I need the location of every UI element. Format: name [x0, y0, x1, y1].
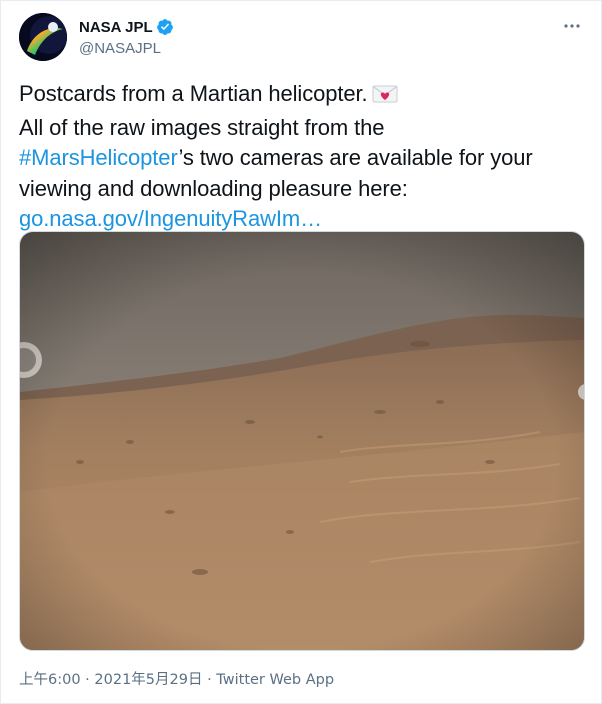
tweet-date[interactable]: 2021年5月29日 [94, 672, 202, 688]
tweet-line-5: go.nasa.gov/IngenuityRawIm… [19, 204, 589, 235]
tweet-meta: 上午6:00 · 2021年5月29日 · Twitter Web App [19, 668, 334, 689]
handle[interactable]: @NASAJPL [79, 40, 174, 57]
more-horizontal-icon [564, 24, 580, 28]
tweet-line-2: All of the raw images straight from the [19, 114, 385, 140]
url-link[interactable]: go.nasa.gov/IngenuityRawIm… [19, 206, 322, 231]
tweet-text-segment: ’s two cameras are available for your [178, 145, 533, 170]
tweet-line-1: Postcards from a Martian helicopter. [19, 79, 589, 113]
tweet-line-3: #MarsHelicopter’s two cameras are availa… [19, 143, 589, 174]
meta-separator: · [202, 672, 217, 688]
avatar[interactable] [19, 13, 67, 61]
tweet-card: NASA JPL @NASAJPL Postcards from a Marti… [0, 0, 602, 704]
mars-landscape-photo [20, 232, 584, 650]
more-options-button[interactable] [561, 17, 583, 35]
tweet-media-photo[interactable] [19, 231, 585, 651]
tweet-text: Postcards from a Martian helicopter. All… [19, 79, 589, 235]
meta-separator: · [80, 672, 95, 688]
tweet-text-segment: Postcards from a Martian helicopter. [19, 81, 368, 106]
tweet-source[interactable]: Twitter Web App [216, 672, 334, 688]
tweet-time[interactable]: 上午6:00 [19, 672, 81, 688]
nasa-jpl-logo-icon [19, 13, 67, 61]
author-names: NASA JPL @NASAJPL [79, 17, 174, 57]
tweet-header: NASA JPL @NASAJPL [19, 13, 585, 61]
display-name[interactable]: NASA JPL [79, 19, 153, 36]
love-letter-envelope-icon [372, 82, 398, 113]
verified-badge-icon [156, 19, 173, 35]
hashtag-link[interactable]: #MarsHelicopter [19, 145, 179, 170]
tweet-line-4: viewing and downloading pleasure here: [19, 175, 408, 201]
